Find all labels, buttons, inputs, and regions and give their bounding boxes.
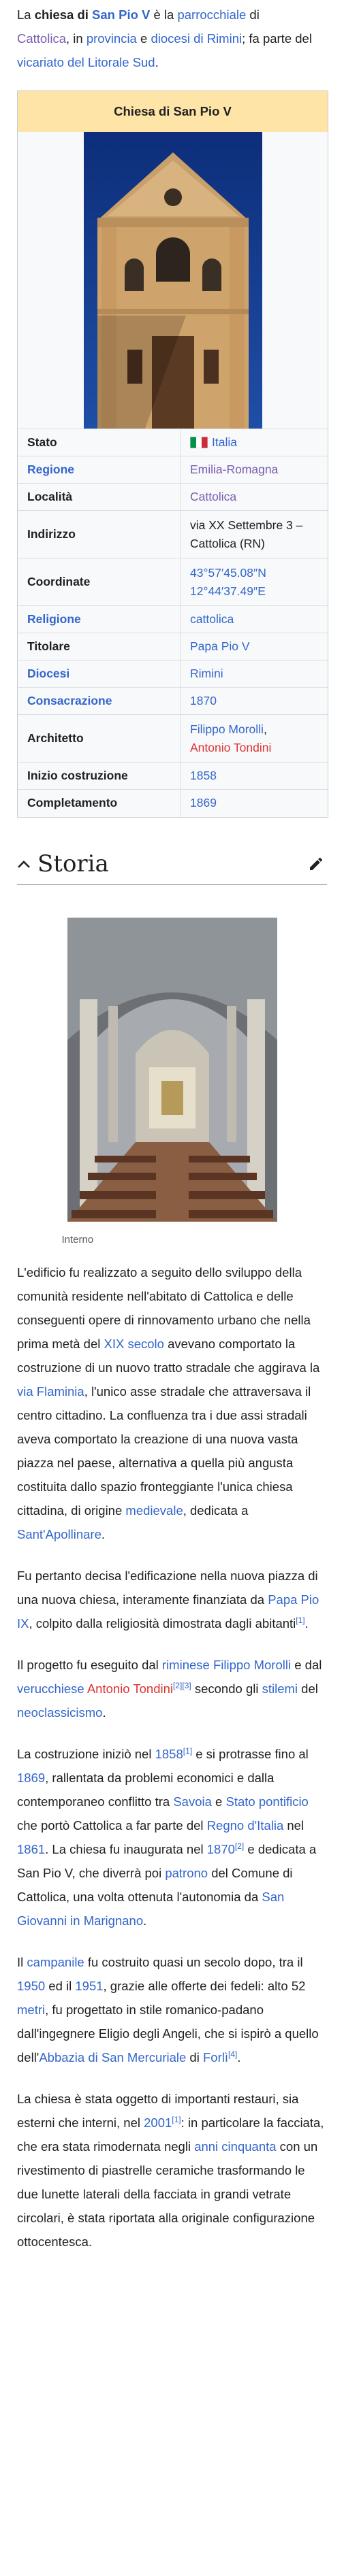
section-title: Storia [37, 850, 109, 877]
link-forli[interactable]: Forlì [203, 2050, 228, 2064]
link-sant-apollinare[interactable]: Sant'Apollinare [17, 1527, 101, 1541]
infobox-key-localita: Località [18, 483, 181, 511]
chevron-up-icon[interactable] [17, 859, 31, 869]
link-coord-lon[interactable]: 12°44′37.49″E [190, 584, 266, 598]
link-regno-ditalia[interactable]: Regno d'Italia [207, 1818, 284, 1833]
section-title-wrap: Storia [17, 850, 109, 877]
link-campanile[interactable]: campanile [27, 1955, 84, 1969]
link-1951[interactable]: 1951 [75, 1979, 103, 1993]
infobox-value-indirizzo: via XX Settembre 3 – Cattolica (RN) [180, 510, 328, 558]
link-cattolica[interactable]: Cattolica [17, 31, 66, 46]
reference-4[interactable]: [4] [228, 2049, 237, 2058]
italy-flag-icon [189, 435, 208, 449]
link-riminese[interactable]: riminese [162, 1658, 210, 1672]
link-1950[interactable]: 1950 [17, 1979, 45, 1993]
link-filippo-morolli[interactable]: Filippo Morolli [190, 722, 264, 736]
link-san-pio-v[interactable]: San Pio V [92, 7, 150, 22]
link-1861[interactable]: 1861 [17, 1842, 45, 1856]
reference-3[interactable]: [3] [182, 1680, 191, 1690]
link-diocesi-rimini[interactable]: Rimini [190, 667, 223, 680]
reference-1b[interactable]: [1] [183, 1745, 192, 1755]
infobox-key-consacrazione[interactable]: Consacrazione [18, 687, 181, 715]
link-stato-pontificio[interactable]: Stato pontificio [225, 1794, 308, 1809]
paragraph-6: La chiesa è stata oggetto di importanti … [17, 2091, 324, 2249]
link-neoclassicismo[interactable]: neoclassicismo [17, 1705, 102, 1720]
infobox-key-architetto: Architetto [18, 714, 181, 763]
paragraph-4: La costruzione iniziò nel 1858[1] e si p… [17, 1745, 317, 1928]
reference-2b[interactable]: [2] [235, 1841, 244, 1850]
link-1858-infobox[interactable]: 1858 [190, 769, 217, 782]
infobox-key-inizio: Inizio costruzione [18, 762, 181, 790]
reference-1c[interactable]: [1] [172, 2114, 181, 2124]
reference-1[interactable]: [1] [296, 1615, 304, 1624]
intro-paragraph: La chiesa di San Pio V è la parrocchiale… [17, 7, 312, 69]
paragraph-3: Il progetto fu eseguito dal riminese Fil… [17, 1657, 322, 1720]
infobox-key-completamento: Completamento [18, 789, 181, 817]
link-papa-pio-v[interactable]: Papa Pio V [190, 639, 250, 653]
link-via-flaminia[interactable]: via Flaminia [17, 1384, 84, 1399]
link-cattolica-religione[interactable]: cattolica [190, 612, 234, 626]
link-cattolica-infobox[interactable]: Cattolica [190, 490, 236, 503]
link-1870-infobox[interactable]: 1870 [190, 694, 217, 707]
infobox-key-coordinate: Coordinate [18, 558, 181, 606]
infobox-key-titolare: Titolare [18, 633, 181, 660]
link-provincia[interactable]: provincia [87, 31, 137, 46]
infobox-key-diocesi[interactable]: Diocesi [18, 660, 181, 688]
infobox-key-indirizzo: Indirizzo [18, 510, 181, 558]
link-patrono[interactable]: patrono [165, 1866, 208, 1880]
link-diocesi[interactable]: diocesi di Rimini [151, 31, 242, 46]
paragraph-2: Fu pertanto decisa l'edificazione nella … [17, 1568, 319, 1630]
link-verucchiese[interactable]: verucchiese [17, 1682, 84, 1696]
pencil-icon[interactable] [308, 856, 324, 872]
infobox-table: Stato Italia Regione Emilia-Romagna Locali… [18, 429, 328, 817]
link-metri[interactable]: metri [17, 2003, 45, 2017]
paragraph-1: L'edificio fu realizzato a seguito dello… [17, 1265, 320, 1541]
link-stilemi[interactable]: stilemi [262, 1682, 298, 1696]
link-1869[interactable]: 1869 [17, 1771, 45, 1785]
link-parrocchiale[interactable]: parrocchiale [177, 7, 246, 22]
link-1869-infobox[interactable]: 1869 [190, 796, 217, 809]
link-2001[interactable]: 2001 [144, 2115, 172, 2130]
link-medievale[interactable]: medievale [125, 1503, 183, 1518]
link-abbazia-san-mercuriale[interactable]: Abbazia di San Mercuriale [39, 2050, 186, 2064]
link-vicariato[interactable]: vicariato del Litorale Sud [17, 55, 155, 69]
link-savoia[interactable]: Savoia [173, 1794, 212, 1809]
figure-caption: Interno [61, 1233, 94, 1245]
link-filippo-morolli-text[interactable]: Filippo Morolli [213, 1658, 291, 1672]
link-anni-cinquanta[interactable]: anni cinquanta [194, 2139, 276, 2154]
reference-2[interactable]: [2] [173, 1680, 182, 1690]
section-header-storia[interactable]: Storia [17, 843, 327, 885]
infobox-key-regione[interactable]: Regione [18, 456, 181, 484]
link-antonio-tondini-text[interactable]: Antonio Tondini [87, 1682, 173, 1696]
infobox-key-stato: Stato [18, 429, 181, 456]
infobox: Chiesa di San Pio V Stato Italia Regione… [17, 90, 328, 818]
infobox-title: Chiesa di San Pio V [18, 91, 328, 132]
link-emilia-romagna[interactable]: Emilia-Romagna [190, 463, 278, 476]
church-interior-image[interactable] [67, 917, 277, 1222]
link-italia[interactable]: Italia [212, 435, 237, 449]
link-xix-secolo[interactable]: XIX secolo [104, 1337, 164, 1351]
church-facade-image[interactable] [18, 132, 328, 429]
link-antonio-tondini[interactable]: Antonio Tondini [190, 741, 271, 754]
link-1858[interactable]: 1858 [155, 1747, 183, 1761]
paragraph-5: Il campanile fu costruito quasi un secol… [17, 1954, 319, 2064]
infobox-key-religione[interactable]: Religione [18, 605, 181, 633]
figure-interior: Interno [62, 917, 277, 1245]
article: La chiesa di San Pio V è la parrocchiale… [0, 0, 344, 2254]
link-1870[interactable]: 1870 [207, 1842, 235, 1856]
link-coord-lat[interactable]: 43°57′45.08″N [190, 566, 266, 580]
